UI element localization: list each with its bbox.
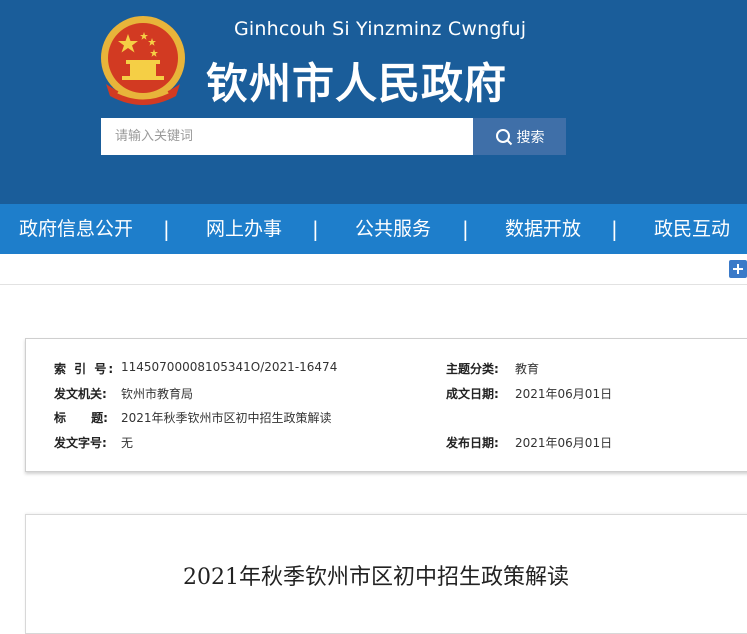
nav-separator: | <box>462 217 469 241</box>
search-input[interactable] <box>101 118 473 155</box>
created-date-label: 成文日期: <box>446 387 499 401</box>
article-title: 2021年秋季钦州市区初中招生政策解读 <box>183 565 569 590</box>
site-header: Ginhcouh Si Yinzminz Cwngfuj 钦州市人民政府 搜索 <box>0 0 747 204</box>
title-label: 标 题: <box>54 411 108 425</box>
document-metadata: 索 引 号: 11450700008105341O/2021-16474 主题分… <box>25 338 747 472</box>
site-title: 钦州市人民政府 <box>206 59 508 108</box>
index-number-value: 11450700008105341O/2021-16474 <box>121 360 338 374</box>
document-number-label: 发文字号: <box>54 436 107 450</box>
index-number-label: 索 引 号: <box>54 362 116 376</box>
issuer-label: 发文机关: <box>54 387 107 401</box>
divider <box>0 284 747 285</box>
document-number-value: 无 <box>121 436 134 450</box>
topic-label: 主题分类: <box>446 362 499 376</box>
title-value: 2021年秋季钦州市区初中招生政策解读 <box>121 411 332 425</box>
nav-item-online-services[interactable]: 网上办事 <box>206 204 282 254</box>
published-date-value: 2021年06月01日 <box>515 436 613 450</box>
nav-item-interaction[interactable]: 政民互动 <box>654 204 730 254</box>
nav-item-open-data[interactable]: 数据开放 <box>505 204 581 254</box>
article-panel: 2021年秋季钦州市区初中招生政策解读 <box>25 514 747 634</box>
published-date-label: 发布日期: <box>446 436 499 450</box>
nav-separator: | <box>312 217 319 241</box>
nav-separator: | <box>163 217 170 241</box>
main-nav: 政府信息公开 | 网上办事 | 公共服务 | 数据开放 | 政民互动 <box>0 204 747 254</box>
created-date-value: 2021年06月01日 <box>515 387 613 401</box>
search-button-label: 搜索 <box>516 129 545 146</box>
national-emblem-icon <box>101 16 185 105</box>
nav-item-gov-info[interactable]: 政府信息公开 <box>19 204 133 254</box>
issuer-value: 钦州市教育局 <box>121 387 194 401</box>
search-button[interactable]: 搜索 <box>473 118 566 155</box>
nav-separator: | <box>611 217 618 241</box>
site-subtitle: Ginhcouh Si Yinzminz Cwngfuj <box>234 18 527 40</box>
plus-icon[interactable] <box>729 260 747 278</box>
topic-value: 教育 <box>515 362 540 376</box>
search-icon <box>495 128 512 145</box>
nav-item-public-services[interactable]: 公共服务 <box>355 204 431 254</box>
